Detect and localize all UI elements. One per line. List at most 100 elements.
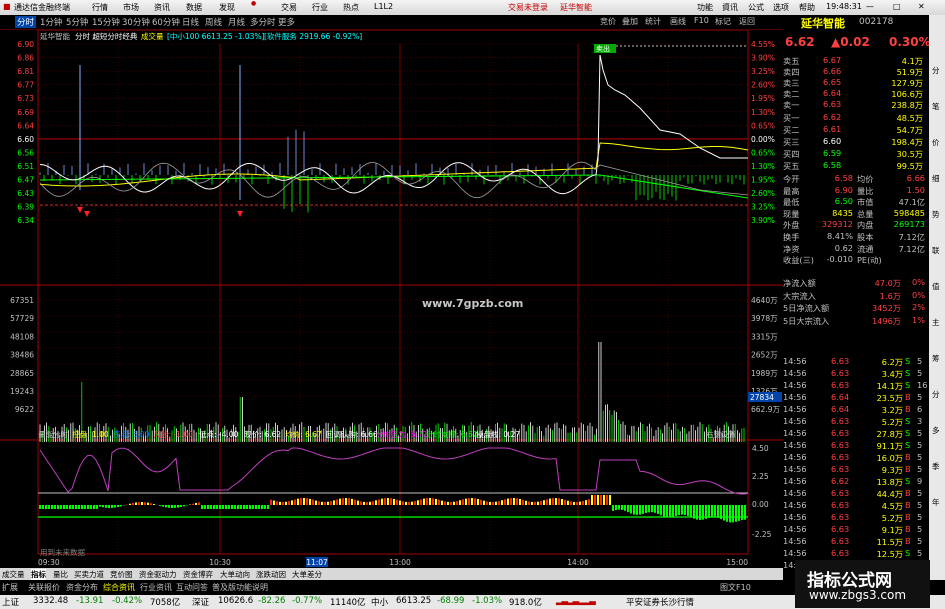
vol-tick: 67351 xyxy=(10,296,34,305)
menu-jiaoyi[interactable]: 交易 xyxy=(281,2,297,13)
tick-time: 14:56 xyxy=(783,416,807,426)
close-icon[interactable]: ✕ xyxy=(918,2,925,11)
sh-chg: -13.91 xyxy=(76,596,104,606)
tick-vol: 23.5万 xyxy=(876,393,903,403)
new-dot-icon: ● xyxy=(251,0,257,7)
btab-auction[interactable]: 竞价图 xyxy=(110,569,133,580)
btab-buysell[interactable]: 买卖力道 xyxy=(74,569,104,580)
btab-indicator[interactable]: 指标 xyxy=(31,569,46,580)
quote-price-row: 6.62 ▲0.02 0.30% xyxy=(783,35,931,50)
menu-hangqing[interactable]: 行情 xyxy=(92,2,108,13)
intraday-chart[interactable]: 延华智能 分时 超短分时经典 成交量 [中小100 6613.25 -1.03%… xyxy=(0,30,783,567)
tab-day[interactable]: 日线 xyxy=(182,16,199,28)
tab-1min[interactable]: 1分钟 xyxy=(40,16,62,28)
minimize-icon[interactable]: — xyxy=(866,2,874,11)
tab-week[interactable]: 周线 xyxy=(205,16,222,28)
sidebar-tab[interactable]: 年 xyxy=(932,497,940,508)
sidebar-tab[interactable]: 细 xyxy=(932,173,940,184)
sidebar-tab[interactable]: 季 xyxy=(932,461,940,472)
tab-15min[interactable]: 15分钟 xyxy=(92,16,120,28)
link-industry[interactable]: 行业资讯 xyxy=(140,582,172,593)
sidebar-tab[interactable]: 分 xyxy=(932,65,940,76)
stats-button[interactable]: 统计 xyxy=(645,16,661,27)
menu-l1l2[interactable]: L1L2 xyxy=(374,2,393,11)
auction-button[interactable]: 竞价 xyxy=(600,16,616,27)
stat-value: 0.62 xyxy=(834,242,853,253)
trade-login-link[interactable]: 交易未登录 xyxy=(508,2,548,13)
link-related[interactable]: 关联报价 xyxy=(28,582,60,593)
stat-label: 量比 xyxy=(857,185,874,196)
tab-5min[interactable]: 5分钟 xyxy=(66,16,88,28)
menu-gongneng[interactable]: 功能 xyxy=(697,2,713,13)
stat-row: 外盘 329312 内盘 269173 xyxy=(783,219,928,230)
btab-liangbi[interactable]: 量比 xyxy=(53,569,68,580)
menu-shichang[interactable]: 市场 xyxy=(123,2,139,13)
link-qa[interactable]: 互动问答 xyxy=(176,582,208,593)
stock-name-link[interactable]: 延华智能 xyxy=(560,2,592,13)
menu-shuju[interactable]: 数据 xyxy=(186,2,202,13)
menu-xuanxiang[interactable]: 选项 xyxy=(773,2,789,13)
menu-hangye[interactable]: 行业 xyxy=(312,2,328,13)
tick-price: 6.63 xyxy=(831,452,850,462)
btab-bigdiff[interactable]: 大单差分 xyxy=(292,569,322,580)
tick-count: 16 xyxy=(917,380,928,390)
link-news[interactable]: 综合资讯 xyxy=(103,582,135,593)
sz-value: 10626.6 xyxy=(218,596,254,606)
sidebar-tab[interactable]: 多 xyxy=(932,425,940,436)
sh-value: 3332.48 xyxy=(33,596,69,606)
tick-price: 6.63 xyxy=(831,428,850,438)
bid-price: 6.58 xyxy=(823,160,842,170)
tick-row: 14:56 6.63 9.3万 B 5 xyxy=(783,464,928,475)
tab-fenshi[interactable]: 分时 xyxy=(15,16,37,28)
btab-fund-drive[interactable]: 资金驱动力 xyxy=(139,569,177,580)
tick-count: 5 xyxy=(917,440,923,450)
tab-more[interactable]: 更多 xyxy=(278,16,295,28)
bid-label: 买一 xyxy=(783,113,800,123)
bid-price: 6.60 xyxy=(823,136,842,146)
sidebar-tab[interactable]: 筹 xyxy=(932,353,940,364)
vol-tick: 48108 xyxy=(10,332,34,341)
tab-multi[interactable]: 多分时 xyxy=(250,16,276,28)
btab-cause[interactable]: 涨跌动因 xyxy=(256,569,286,580)
draw-button[interactable]: 画线 xyxy=(670,16,686,27)
btab-bigorder[interactable]: 大单动向 xyxy=(220,569,250,580)
sidebar-tab[interactable]: 值 xyxy=(932,281,940,292)
link-help[interactable]: 普及版功能说明 xyxy=(212,582,268,593)
tab-60min[interactable]: 60分钟 xyxy=(152,16,180,28)
overlay-button[interactable]: 叠加 xyxy=(622,16,638,27)
stat-label: 收益(三) xyxy=(783,255,814,266)
menu-redian[interactable]: 热点 xyxy=(343,2,359,13)
tick-vol: 6.2万 xyxy=(881,357,903,367)
link-expand[interactable]: 扩展 xyxy=(2,582,18,593)
menu-zixun[interactable]: 资讯 xyxy=(154,2,170,13)
maximize-icon[interactable]: □ xyxy=(893,2,901,11)
sidebar-tab[interactable]: 笔 xyxy=(932,101,940,112)
link-fund-dist[interactable]: 资金分布 xyxy=(66,582,98,593)
menu-zixun2[interactable]: 資讯 xyxy=(722,2,738,13)
bid-price: 6.61 xyxy=(823,124,842,134)
mark-button[interactable]: 标记 xyxy=(715,16,731,27)
tick-price: 6.63 xyxy=(831,368,850,378)
sidebar-tab[interactable]: 联 xyxy=(932,245,940,256)
btab-volume[interactable]: 成交量 xyxy=(2,569,25,580)
sidebar-tab[interactable]: 主 xyxy=(932,317,940,328)
sidebar-tab[interactable]: 价 xyxy=(932,137,940,148)
indicator-footnote: 用到未来数据 xyxy=(40,547,85,557)
tick-price: 6.63 xyxy=(831,356,850,366)
ask-price: 6.66 xyxy=(823,66,842,76)
f10-text-link[interactable]: 图文F10 xyxy=(720,582,751,593)
menu-gongshi[interactable]: 公式 xyxy=(748,2,764,13)
quote-chg: ▲0.02 xyxy=(831,35,870,49)
menu-bangzhu[interactable]: 帮助 xyxy=(799,2,815,13)
tab-30min[interactable]: 30分钟 xyxy=(122,16,150,28)
f10-button[interactable]: F10 xyxy=(694,16,709,25)
sidebar-tab[interactable]: 势 xyxy=(932,209,940,220)
back-button[interactable]: 返回 xyxy=(739,16,755,27)
bid-row: 买五 6.58 99.5万 xyxy=(783,160,928,171)
sidebar-tab[interactable]: 分 xyxy=(932,389,940,400)
tick-dir: S xyxy=(905,368,911,378)
btab-fund-game[interactable]: 资金博弈 xyxy=(183,569,213,580)
stat-row: 净资 0.62 流通 7.12亿 xyxy=(783,243,928,254)
tab-month[interactable]: 月线 xyxy=(228,16,245,28)
menu-faxian[interactable]: 发现 xyxy=(219,2,235,13)
